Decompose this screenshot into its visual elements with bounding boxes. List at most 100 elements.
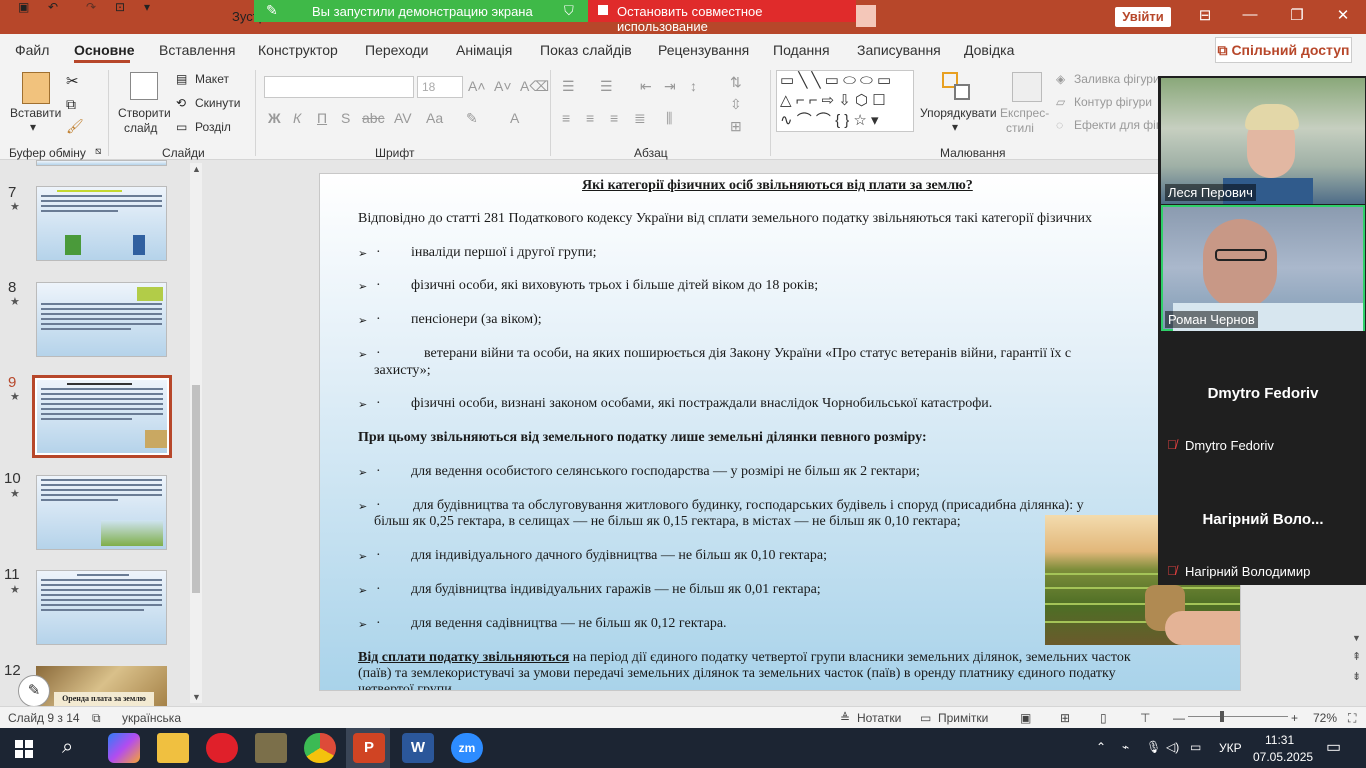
clear-format-icon[interactable]: A⌫ — [520, 78, 549, 95]
shape-outline-button[interactable]: Контур фігури — [1074, 95, 1152, 109]
zoom-out-icon[interactable]: — — [1173, 711, 1185, 725]
dialog-launcher-icon[interactable]: ⧅ — [95, 146, 101, 157]
comments-icon[interactable]: ▭ — [920, 711, 931, 725]
tab-record[interactable]: Записування — [857, 42, 941, 58]
shrink-font-icon[interactable]: A˅ — [494, 78, 512, 94]
ribbon-display-icon[interactable]: ⊟ — [1190, 6, 1220, 24]
new-slide-label[interactable]: Створити — [118, 106, 171, 120]
pen-tool-icon[interactable]: ✎ — [18, 675, 50, 707]
shape-effects-button[interactable]: Ефекти для фігу — [1074, 118, 1166, 132]
highlight-icon[interactable]: ✎ — [466, 110, 478, 127]
slide-thumbnail-10[interactable] — [36, 475, 167, 550]
present-icon[interactable]: ⊡ — [115, 0, 125, 14]
slide-bullet[interactable]: фізичні особи, які виховують трьох і біл… — [411, 278, 818, 294]
zoom-slider[interactable] — [1188, 716, 1288, 717]
tab-transitions[interactable]: Переходи — [365, 42, 428, 58]
clock-time[interactable]: 11:31 — [1265, 733, 1294, 747]
smartart-icon[interactable]: ⊞ — [730, 118, 742, 135]
new-slide-icon[interactable] — [130, 72, 158, 100]
slide-bullet-continuation[interactable]: більш як 0,25 гектара, в селищах — не бі… — [374, 514, 961, 530]
chrome-icon[interactable] — [304, 733, 336, 763]
slide-sorter-icon[interactable]: ⊞ — [1060, 711, 1070, 725]
tab-animation[interactable]: Анімація — [456, 42, 512, 58]
participant-tile-4[interactable]: Нагірний Воло... 🎙̸ Нагірний Володимир — [1161, 459, 1365, 585]
shape-outline-icon[interactable]: ▱ — [1056, 95, 1065, 109]
microphone-icon[interactable]: 🎙 — [1146, 740, 1161, 754]
arrange-button[interactable]: Упорядкувати — [920, 106, 997, 120]
bullets-icon[interactable]: ☰ — [562, 78, 575, 95]
justify-icon[interactable]: ≣ — [634, 110, 646, 127]
copilot-icon[interactable] — [108, 733, 140, 763]
section-button[interactable]: Розділ — [195, 120, 231, 134]
align-center-icon[interactable]: ≡ — [586, 110, 594, 126]
slide-subheading[interactable]: При цьому звільняються від земельного по… — [358, 430, 927, 446]
grow-font-icon[interactable]: A˄ — [468, 78, 486, 94]
shape-fill-icon[interactable]: ◈ — [1056, 72, 1065, 86]
tab-help[interactable]: Довідка — [964, 42, 1014, 58]
tab-insert[interactable]: Вставлення — [159, 42, 236, 58]
shapes-gallery[interactable]: ▭ ╲ ╲ ▭ ⬭ ⬭ ▭ △ ⌐ ⌐ ⇨ ⇩ ⬡ ☐ ∿ ⌒ ⌒ { } ☆ ▾ — [776, 70, 914, 132]
format-painter-icon[interactable]: 🖌 — [66, 118, 84, 135]
scroll-down-icon[interactable]: ▼ — [1352, 633, 1361, 643]
maximize-icon[interactable]: ❐ — [1282, 6, 1312, 24]
bold-icon[interactable]: Ж — [268, 110, 281, 126]
shape-fill-button[interactable]: Заливка фігури — [1074, 72, 1160, 86]
quick-styles-label[interactable]: Експрес- — [1000, 106, 1049, 120]
slide-bullet[interactable]: ветерани війни та особи, на яких поширює… — [424, 346, 1071, 362]
spellcheck-icon[interactable]: ⧉ — [92, 711, 101, 726]
search-icon[interactable]: ⌕ — [62, 736, 73, 759]
zoom-level[interactable]: 72% — [1313, 711, 1337, 725]
align-text-icon[interactable]: ⇳ — [730, 96, 742, 113]
tab-file[interactable]: Файл — [15, 42, 49, 58]
notifications-icon[interactable]: ▭ — [1326, 737, 1341, 757]
file-explorer-icon[interactable] — [157, 733, 189, 763]
input-language[interactable]: УКР — [1219, 741, 1242, 755]
reset-icon[interactable]: ⟲ — [176, 96, 186, 110]
language-indicator[interactable]: українська — [122, 711, 181, 725]
copy-icon[interactable]: ⧉ — [66, 96, 76, 113]
slide-footer-line2[interactable]: (паїв) та землекористувачі за умови пере… — [358, 666, 1116, 682]
login-button[interactable]: Увійти — [1115, 7, 1171, 27]
notes-button[interactable]: Нотатки — [857, 711, 901, 725]
word-icon[interactable]: W — [402, 733, 434, 763]
new-slide-label-2[interactable]: слайд — [124, 121, 157, 135]
reset-button[interactable]: Скинути — [195, 96, 240, 110]
slide-thumbnail-8[interactable] — [36, 282, 167, 357]
battery-icon[interactable]: ▭ — [1190, 740, 1201, 754]
slide-thumbnail-7[interactable] — [36, 186, 167, 261]
zoom-app-icon[interactable]: zm — [451, 733, 483, 763]
slide-bullet[interactable]: для будівництва та обслуговування житлов… — [413, 498, 1084, 514]
quick-styles-icon[interactable] — [1012, 72, 1042, 102]
slide-bullet[interactable]: для будівництва індивідуальних гаражів —… — [411, 582, 821, 598]
comments-button[interactable]: Примітки — [938, 711, 988, 725]
scroll-up-icon[interactable]: ▲ — [192, 164, 201, 174]
normal-view-icon[interactable]: ▣ — [1020, 711, 1031, 725]
text-direction-icon[interactable]: ⇅ — [730, 74, 742, 91]
increase-indent-icon[interactable]: ⇥ — [664, 78, 676, 95]
slideshow-view-icon[interactable]: ⊤ — [1140, 711, 1150, 725]
clock-date[interactable]: 07.05.2025 — [1253, 750, 1313, 764]
tab-review[interactable]: Рецензування — [658, 42, 749, 58]
zoom-in-icon[interactable]: + — [1291, 711, 1298, 725]
notes-icon[interactable]: ≜ — [840, 711, 850, 725]
change-case-icon[interactable]: Aa — [426, 110, 443, 126]
paste-dropdown-icon[interactable]: ▾ — [30, 120, 36, 134]
columns-icon[interactable]: ⫼ — [666, 110, 672, 127]
decrease-indent-icon[interactable]: ⇤ — [640, 78, 652, 95]
slide-bullet[interactable]: фізичні особи, визнані законом особами, … — [411, 396, 992, 412]
arrange-icon[interactable] — [942, 72, 972, 102]
customize-qat-icon[interactable]: ▾ — [144, 0, 150, 14]
font-name-box[interactable] — [264, 76, 414, 98]
tray-overflow-icon[interactable]: ⌃ — [1096, 740, 1106, 754]
slide-thumbnail-11[interactable] — [36, 570, 167, 645]
tab-slideshow[interactable]: Показ слайдів — [540, 42, 632, 58]
slide-thumbnail-9-selected[interactable] — [32, 375, 172, 458]
shadow-icon[interactable]: S — [341, 110, 350, 126]
fit-to-window-icon[interactable]: ⛶ — [1348, 711, 1356, 726]
slide-bullet[interactable]: для ведення особистого селянського госпо… — [411, 464, 920, 480]
italic-icon[interactable]: К — [293, 110, 301, 126]
slide-bullet-continuation[interactable]: захисту»; — [374, 363, 431, 379]
tab-design[interactable]: Конструктор — [258, 42, 338, 58]
arrange-dropdown-icon[interactable]: ▾ — [952, 120, 958, 134]
start-icon[interactable] — [15, 740, 33, 758]
